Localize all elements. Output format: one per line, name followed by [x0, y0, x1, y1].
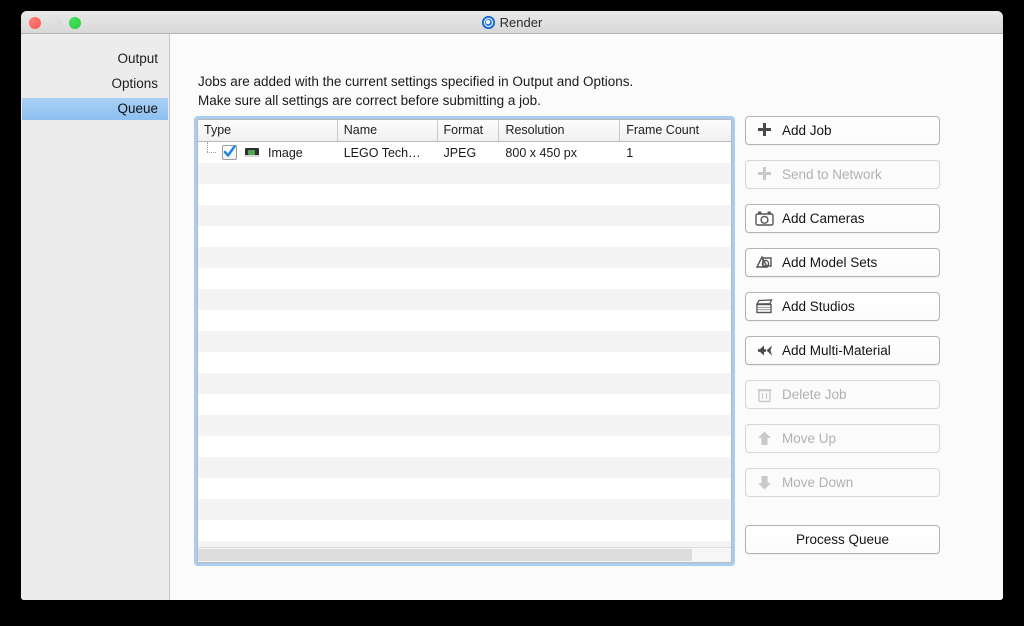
- add-studios-button[interactable]: Add Studios: [745, 292, 940, 321]
- zoom-button[interactable]: [69, 17, 81, 29]
- trash-icon: [754, 385, 774, 405]
- row-checkbox[interactable]: [222, 145, 237, 160]
- render-target-icon: [482, 16, 495, 29]
- add-multi-material-button[interactable]: Add Multi-Material: [745, 336, 940, 365]
- move-up-label: Move Up: [782, 425, 836, 452]
- add-model-sets-label: Add Model Sets: [782, 249, 877, 276]
- camera-icon: [754, 209, 774, 229]
- add-cameras-label: Add Cameras: [782, 205, 865, 232]
- cell-format: JPEG: [438, 142, 500, 163]
- window-title: Render: [500, 15, 543, 30]
- horizontal-scrollbar[interactable]: [198, 547, 731, 562]
- add-cameras-button[interactable]: Add Cameras: [745, 204, 940, 233]
- delete-job-button[interactable]: Delete Job: [745, 380, 940, 409]
- add-job-button[interactable]: Add Job: [745, 116, 940, 145]
- close-button[interactable]: [29, 17, 41, 29]
- process-queue-button[interactable]: Process Queue: [745, 525, 940, 554]
- table-row[interactable]: Image LEGO Tech… JPEG 800 x 450 px 1: [198, 142, 731, 163]
- tree-disclosure-icon: [204, 142, 222, 163]
- arrow-down-icon: [754, 473, 774, 493]
- column-header-frame-count[interactable]: Frame Count: [620, 120, 731, 141]
- sidebar-item-options[interactable]: Options: [22, 73, 168, 95]
- move-down-button[interactable]: Move Down: [745, 468, 940, 497]
- column-header-format[interactable]: Format: [438, 120, 500, 141]
- add-multi-material-label: Add Multi-Material: [782, 337, 891, 364]
- sidebar-item-queue[interactable]: Queue: [22, 98, 168, 120]
- cell-type: Image: [268, 146, 303, 160]
- cell-name: LEGO Tech…: [338, 142, 438, 163]
- arrow-up-icon: [754, 429, 774, 449]
- column-header-name[interactable]: Name: [338, 120, 438, 141]
- column-header-type[interactable]: Type: [198, 120, 338, 141]
- render-window: Render Output Options Queue Jobs are add…: [21, 11, 1003, 600]
- delete-job-label: Delete Job: [782, 381, 847, 408]
- sidebar-item-output[interactable]: Output: [22, 48, 168, 70]
- intro-line-1: Jobs are added with the current settings…: [198, 74, 633, 89]
- main-panel: Jobs are added with the current settings…: [170, 34, 1003, 600]
- move-down-label: Move Down: [782, 469, 853, 496]
- send-to-network-button[interactable]: Send to Network: [745, 160, 940, 189]
- scrollbar-thumb[interactable]: [198, 549, 692, 561]
- plus-icon: [754, 165, 774, 185]
- intro-text: Jobs are added with the current settings…: [198, 72, 633, 110]
- column-header-resolution[interactable]: Resolution: [499, 120, 620, 141]
- add-job-label: Add Job: [782, 117, 832, 144]
- move-up-button[interactable]: Move Up: [745, 424, 940, 453]
- process-queue-label: Process Queue: [796, 526, 889, 553]
- multi-material-icon: [754, 341, 774, 361]
- clapperboard-icon: [754, 297, 774, 317]
- intro-line-2: Make sure all settings are correct befor…: [198, 93, 541, 108]
- cell-resolution: 800 x 450 px: [499, 142, 620, 163]
- table-body: Image LEGO Tech… JPEG 800 x 450 px 1: [198, 142, 731, 547]
- table-header-row: Type Name Format Resolution Frame Count: [198, 120, 731, 142]
- send-to-network-label: Send to Network: [782, 161, 882, 188]
- add-model-sets-button[interactable]: Add Model Sets: [745, 248, 940, 277]
- checkmark-icon: [223, 144, 236, 159]
- sidebar: Output Options Queue: [21, 34, 170, 600]
- action-button-column: Add Job Send to Network: [745, 116, 940, 569]
- plus-icon: [754, 121, 774, 141]
- window-titlebar: Render: [21, 11, 1003, 34]
- model-sets-icon: [754, 253, 774, 273]
- queue-table[interactable]: Type Name Format Resolution Frame Count: [194, 116, 735, 566]
- image-thumbnail-icon: [245, 148, 259, 157]
- minimize-button[interactable]: [49, 17, 61, 29]
- cell-frame-count: 1: [620, 142, 731, 163]
- add-studios-label: Add Studios: [782, 293, 855, 320]
